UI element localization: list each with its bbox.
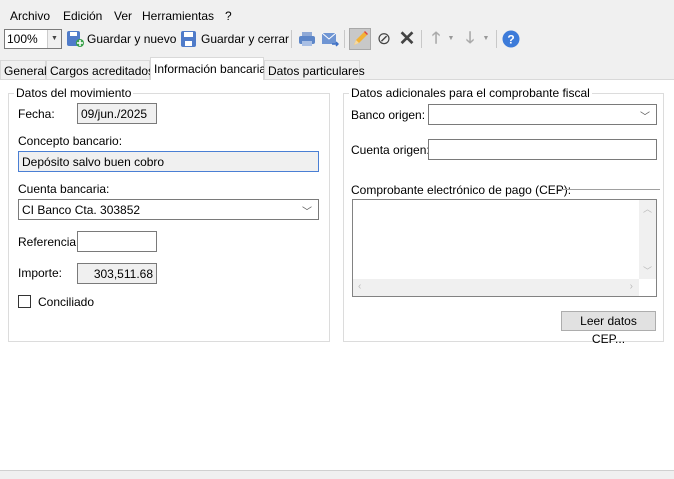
menu-herramientas[interactable]: Herramientas <box>142 9 214 23</box>
importe-field[interactable]: 303,511.68 <box>77 263 157 284</box>
separator <box>421 30 422 48</box>
menu-ver[interactable]: Ver <box>114 9 132 23</box>
menu-edicion[interactable]: Edición <box>63 9 102 23</box>
menu-help[interactable]: ? <box>225 9 232 23</box>
tab-informacion-bancaria[interactable]: Información bancaria <box>150 57 266 80</box>
cuenta-bancaria-select[interactable]: CI Banco Cta. 303852 ﹀ <box>18 199 319 220</box>
fiscal-group-title: Datos adicionales para el comprobante fi… <box>349 86 592 100</box>
scroll-right-icon[interactable]: › <box>630 281 633 292</box>
cancel-icon[interactable]: ⊘ <box>375 30 393 48</box>
importe-label: Importe: <box>18 266 63 280</box>
status-bar <box>0 470 674 479</box>
email-icon[interactable] <box>321 30 340 48</box>
chevron-down-icon[interactable]: ▼ <box>47 30 61 48</box>
cep-divider <box>558 189 660 190</box>
save-new-icon[interactable] <box>66 30 84 48</box>
arrow-up-icon[interactable]: 🡑 <box>427 30 445 48</box>
separator <box>496 30 497 48</box>
save-new-button[interactable]: Guardar y nuevo <box>87 32 176 46</box>
concepto-label: Concepto bancario: <box>18 134 123 148</box>
chevron-down-icon: ﹀ <box>302 207 312 218</box>
banco-origen-select[interactable]: ﹀ <box>428 104 657 125</box>
scroll-left-icon[interactable]: ‹ <box>358 281 361 292</box>
banco-origen-label: Banco origen: <box>351 108 426 122</box>
cuenta-origen-label: Cuenta origen: <box>351 143 430 157</box>
edit-pencil-icon[interactable] <box>349 28 371 50</box>
cuenta-bancaria-label: Cuenta bancaria: <box>18 182 110 196</box>
zoom-combo[interactable]: 100% ▼ <box>4 29 62 49</box>
cep-textarea[interactable]: ︿ ﹀ ‹ › <box>352 199 657 297</box>
referencia-input[interactable] <box>77 231 157 252</box>
tab-cargos-acreditados[interactable]: Cargos acreditados <box>46 60 154 79</box>
referencia-label: Referencia: <box>18 235 80 249</box>
movement-group-title: Datos del movimiento <box>14 86 134 100</box>
tab-divider <box>0 79 674 80</box>
chevron-down-icon[interactable]: ▼ <box>481 30 491 48</box>
horizontal-scrollbar[interactable]: ‹ › <box>353 279 639 296</box>
separator <box>291 30 292 48</box>
chevron-down-icon[interactable]: ▼ <box>446 30 456 48</box>
tab-general[interactable]: General <box>0 60 47 79</box>
conciliado-checkbox[interactable] <box>18 295 31 308</box>
cep-label: Comprobante electrónico de pago (CEP): <box>351 183 572 197</box>
svg-text:?: ? <box>507 33 514 47</box>
separator <box>344 30 345 48</box>
fecha-label: Fecha: <box>18 107 55 121</box>
scroll-corner <box>639 279 656 296</box>
save-close-button[interactable]: Guardar y cerrar <box>201 32 289 46</box>
cuenta-bancaria-value: CI Banco Cta. 303852 <box>22 203 141 217</box>
close-icon[interactable]: ✕ <box>398 29 416 49</box>
chevron-down-icon: ﹀ <box>640 112 650 123</box>
zoom-value: 100% <box>7 32 38 46</box>
vertical-scrollbar[interactable]: ︿ ﹀ <box>639 200 656 280</box>
cuenta-origen-input[interactable] <box>428 139 657 160</box>
concepto-input[interactable]: Depósito salvo buen cobro <box>18 151 319 172</box>
help-icon[interactable]: ? <box>502 30 520 48</box>
scroll-down-icon[interactable]: ﹀ <box>643 264 652 277</box>
leer-datos-cep-button[interactable]: Leer datos CEP... <box>561 311 656 346</box>
conciliado-label[interactable]: Conciliado <box>38 295 94 309</box>
menu-archivo[interactable]: Archivo <box>10 9 50 23</box>
fecha-field[interactable]: 09/jun./2025 <box>77 103 157 124</box>
save-close-icon[interactable] <box>180 30 198 48</box>
print-icon[interactable] <box>298 30 316 48</box>
tab-datos-particulares[interactable]: Datos particulares <box>264 60 365 79</box>
scroll-up-icon[interactable]: ︿ <box>643 202 652 215</box>
arrow-down-icon[interactable]: 🡓 <box>461 30 479 48</box>
